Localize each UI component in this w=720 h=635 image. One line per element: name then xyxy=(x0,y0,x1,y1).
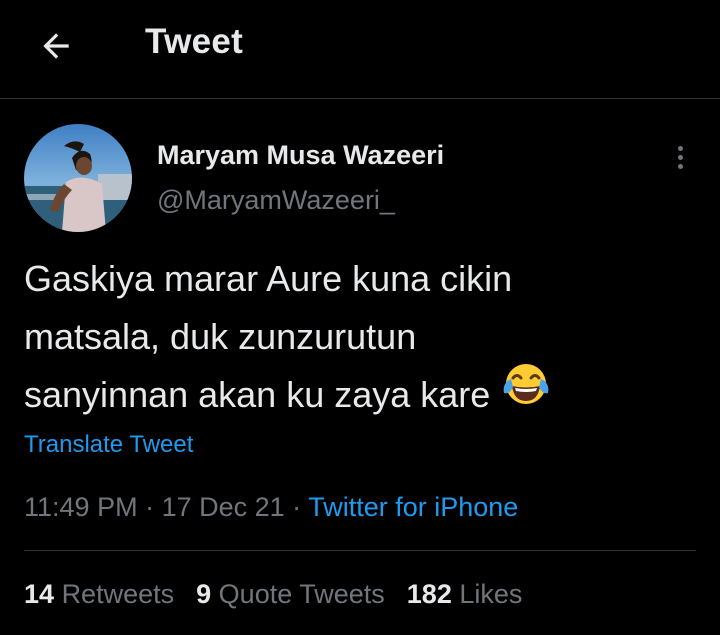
meta-separator: · xyxy=(284,492,309,522)
retweets-stat[interactable]: 14 Retweets xyxy=(24,579,174,609)
page-title: Tweet xyxy=(145,22,244,61)
translate-tweet-link[interactable]: Translate Tweet xyxy=(24,431,193,459)
tweet-meta: 11:49 PM · 17 Dec 21 · Twitter for iPhon… xyxy=(24,492,518,523)
author-name[interactable]: Maryam Musa Wazeeri xyxy=(157,140,444,171)
likes-label: Likes xyxy=(459,579,523,609)
more-dot-icon xyxy=(677,145,683,151)
profile-photo xyxy=(24,124,132,232)
tweet-line: Gaskiya marar Aure kuna cikin xyxy=(24,258,513,299)
more-dot-icon xyxy=(677,163,683,169)
more-dot-icon xyxy=(677,154,683,160)
tweet-time: 11:49 PM xyxy=(24,492,138,522)
tweet-date: 17 Dec 21 xyxy=(161,492,285,522)
retweets-count: 14 xyxy=(24,579,55,609)
quote-tweets-count: 9 xyxy=(196,579,212,609)
arrow-left-icon xyxy=(43,33,69,59)
tweet-source-link[interactable]: Twitter for iPhone xyxy=(308,492,518,522)
tweet-line: sanyinnan akan ku zaya kare xyxy=(24,374,491,416)
tweet-text: Gaskiya marar Aure kuna cikin matsala, d… xyxy=(24,250,684,429)
likes-stat[interactable]: 182 Likes xyxy=(407,579,523,609)
meta-separator: · xyxy=(137,492,162,522)
quote-tweets-label: Quote Tweets xyxy=(218,579,385,609)
tweet-stats: 14 Retweets 9 Quote Tweets 182 Likes xyxy=(24,579,544,610)
quote-tweets-stat[interactable]: 9 Quote Tweets xyxy=(196,579,385,609)
likes-count: 182 xyxy=(406,579,452,609)
retweets-label: Retweets xyxy=(61,579,175,609)
back-button[interactable] xyxy=(34,24,78,68)
face-with-tears-of-joy-icon xyxy=(500,361,552,424)
avatar[interactable] xyxy=(24,124,132,232)
tweet-line-with-emoji: sanyinnan akan ku zaya kare xyxy=(24,364,684,429)
author-handle[interactable]: @MaryamWazeeri_ xyxy=(157,185,395,216)
top-bar: Tweet xyxy=(0,0,720,99)
tweet-line: matsala, duk zunzurutun xyxy=(24,316,417,357)
divider xyxy=(24,550,696,551)
more-options-button[interactable] xyxy=(660,137,700,177)
